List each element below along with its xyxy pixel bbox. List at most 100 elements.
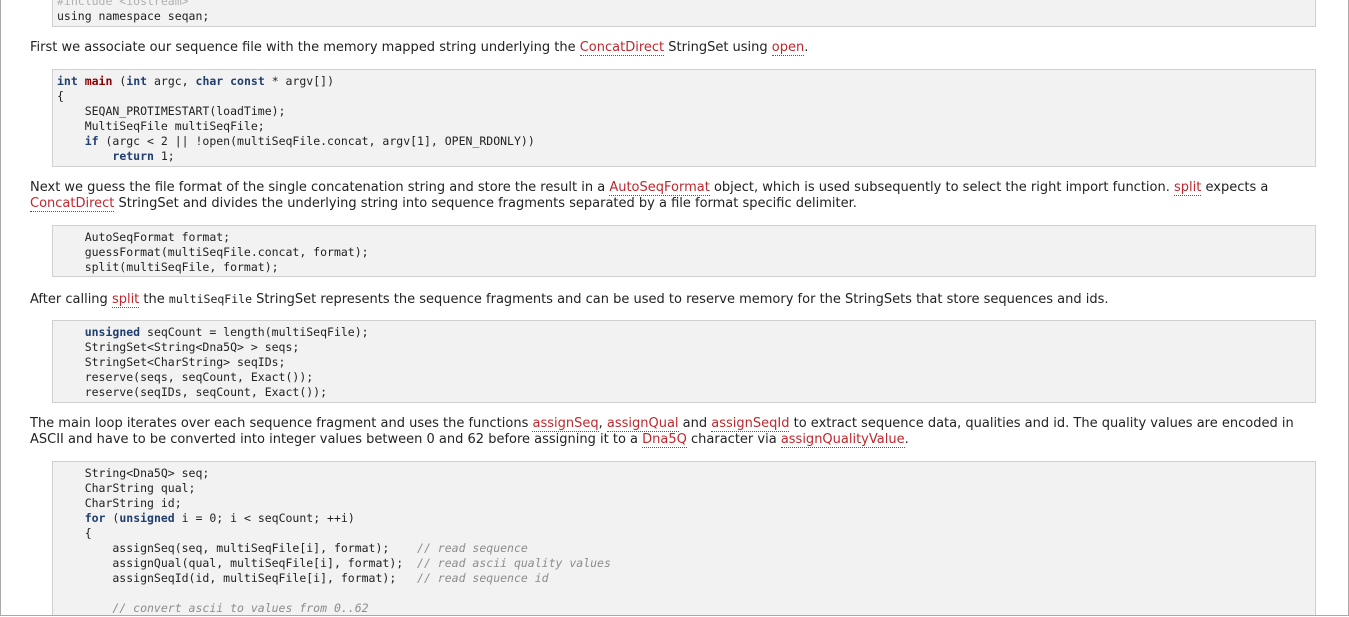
code-comment: // convert ascii to values from 0..62: [112, 601, 369, 615]
paragraph-text: StringSet and divides the underlying str…: [114, 196, 857, 211]
code-keyword: unsigned: [84, 325, 141, 339]
paragraph-text: Next we guess the file format of the sin…: [30, 180, 610, 195]
paragraph-text: object, which is used subsequently to se…: [709, 180, 1174, 195]
doc-link-dna5q[interactable]: Dna5Q: [642, 432, 687, 448]
code-comment: // read ascii quality values: [417, 556, 611, 570]
code-line: MultiSeqFile multiSeqFile;: [57, 119, 1311, 134]
code-line: for (unsigned i = 0; i < seqCount; ++i): [57, 511, 1311, 526]
code-token: SEQAN_PROTIMESTART(loadTime);: [57, 104, 286, 118]
code-token: split(multiSeqFile, format);: [57, 260, 279, 274]
code-line: StringSet<CharString> seqIDs;: [57, 355, 1311, 370]
paragraph-text: and: [678, 416, 712, 431]
code-line: reserve(seqIDs, seqCount, Exact());: [57, 385, 1311, 400]
code-token: using namespace seqan;: [57, 9, 210, 23]
paragraph-text: expects a: [1201, 180, 1269, 195]
paragraph-text: .: [804, 40, 809, 55]
code-token: {: [57, 526, 92, 540]
doc-link-open[interactable]: open: [771, 40, 805, 56]
code-token: reserve(seqs, seqCount, Exact());: [57, 370, 314, 384]
code-token: CharString qual;: [57, 481, 196, 495]
code-comment: // read sequence: [417, 541, 528, 555]
code-token: {: [57, 89, 64, 103]
document-view: #include <iostream> using namespace seqan…: [0, 0, 1349, 616]
code-token: CharString id;: [57, 496, 182, 510]
code-line: // convert ascii to values from 0..62: [57, 601, 1311, 615]
code-token: AutoSeqFormat format;: [57, 230, 231, 244]
code-line: return 1;: [57, 149, 1311, 164]
code-line: unsigned seqCount = length(multiSeqFile)…: [57, 325, 1311, 340]
code-line: guessFormat(multiSeqFile.concat, format)…: [57, 245, 1311, 260]
code-token: reserve(seqIDs, seqCount, Exact());: [57, 385, 328, 399]
code-token: StringSet<String<Dna5Q> > seqs;: [57, 340, 300, 354]
code-line: assignSeqId(id, multiSeqFile[i], format)…: [57, 571, 1311, 586]
code-line: SEQAN_PROTIMESTART(loadTime);: [57, 104, 1311, 119]
code-token: guessFormat(multiSeqFile.concat, format)…: [57, 245, 369, 259]
doc-link-autoseqformat[interactable]: AutoSeqFormat: [609, 180, 710, 196]
code-token: MultiSeqFile multiSeqFile;: [57, 119, 265, 133]
code-line: String<Dna5Q> seq;: [57, 466, 1311, 481]
doc-link-concatdirect[interactable]: ConcatDirect: [579, 40, 665, 56]
code-line: {: [57, 89, 1311, 104]
code-token: i = 0; i < seqCount; ++i): [174, 511, 355, 525]
code-line: AutoSeqFormat format;: [57, 230, 1311, 245]
code-line: reserve(seqs, seqCount, Exact());: [57, 370, 1311, 385]
code-line: {: [57, 526, 1311, 541]
code-keyword: int: [126, 74, 148, 88]
code-line: int main (int argc, char const * argv[]): [57, 74, 1311, 89]
inline-code: multiSeqFile: [168, 292, 252, 306]
doc-link-concatdirect[interactable]: ConcatDirect: [30, 196, 115, 212]
code-block-main: int main (int argc, char const * argv[])…: [52, 69, 1316, 167]
code-keyword: if: [84, 134, 99, 148]
paragraph-text: StringSet represents the sequence fragme…: [252, 292, 1109, 307]
code-token: assignSeq(seq, multiSeqFile[i], format);: [57, 541, 418, 555]
paragraph-guess-format: Next we guess the file format of the sin…: [30, 180, 1320, 212]
paragraph-text: character via: [686, 432, 781, 447]
code-line: CharString id;: [57, 496, 1311, 511]
code-block-loop: String<Dna5Q> seq; CharString qual; Char…: [52, 461, 1316, 615]
code-token: argc,: [147, 74, 196, 88]
paragraph-text: After calling: [30, 292, 112, 307]
code-line: CharString qual;: [57, 481, 1311, 496]
code-token: 1;: [153, 149, 175, 163]
code-token: main: [84, 74, 113, 88]
code-keyword: return: [112, 149, 154, 163]
doc-link-assignqual[interactable]: assignQual: [606, 416, 679, 432]
code-comment: // read sequence id: [417, 571, 549, 585]
doc-link-split[interactable]: split: [1174, 180, 1202, 196]
doc-link-assignseq[interactable]: assignSeq: [532, 416, 599, 432]
code-block-split: AutoSeqFormat format; guessFormat(multiS…: [52, 225, 1316, 277]
code-token: * argv[]): [264, 74, 335, 88]
code-token: String<Dna5Q> seq;: [57, 466, 210, 480]
code-token: seqCount = length(multiSeqFile);: [140, 325, 369, 339]
doc-link-assignseqid[interactable]: assignSeqId: [711, 416, 790, 432]
code-line: assignQual(qual, multiSeqFile[i], format…: [57, 556, 1311, 571]
code-token: (: [105, 511, 120, 525]
code-line: #include <iostream>: [57, 0, 1311, 9]
code-token: (: [112, 74, 127, 88]
code-line: StringSet<String<Dna5Q> > seqs;: [57, 340, 1311, 355]
paragraph-reserve: After calling split the multiSeqFile Str…: [30, 291, 1320, 308]
code-token: assignQual(qual, multiSeqFile[i], format…: [57, 556, 418, 570]
code-token: #include <iostream>: [57, 0, 189, 8]
doc-link-split[interactable]: split: [111, 292, 140, 308]
code-block-includes: #include <iostream> using namespace seqan…: [52, 0, 1316, 27]
paragraph-text: .: [904, 432, 909, 447]
code-token: (argc < 2 || !open(multiSeqFile.concat, …: [98, 134, 535, 148]
paragraph-open-file: First we associate our sequence file wit…: [30, 40, 1320, 56]
code-line: split(multiSeqFile, format);: [57, 260, 1311, 275]
paragraph-text: StringSet using: [664, 40, 772, 55]
code-line: assignSeq(seq, multiSeqFile[i], format);…: [57, 541, 1311, 556]
code-keyword: int: [57, 74, 85, 88]
code-line: using namespace seqan;: [57, 9, 1311, 24]
paragraph-main-loop: The main loop iterates over each sequenc…: [30, 416, 1320, 448]
code-keyword: unsigned: [119, 511, 175, 525]
code-token: StringSet<CharString> seqIDs;: [57, 355, 286, 369]
doc-link-assignqualityvalue[interactable]: assignQualityValue: [780, 432, 905, 448]
paragraph-text: First we associate our sequence file wit…: [30, 40, 580, 55]
